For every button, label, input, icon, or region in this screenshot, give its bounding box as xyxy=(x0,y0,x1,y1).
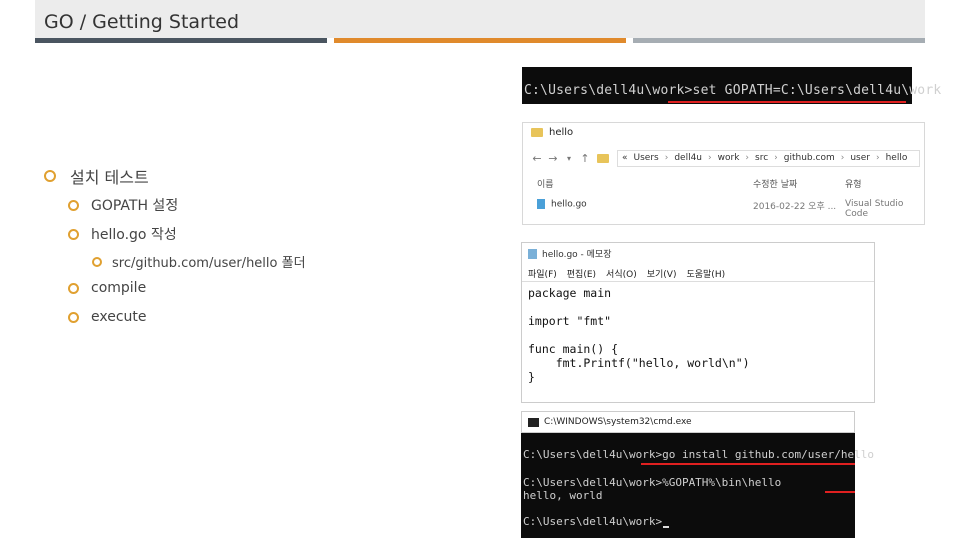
breadcrumb[interactable]: « Users › dell4u › work › src › github.c… xyxy=(617,149,920,167)
notepad-screenshot: hello.go - 메모장 파일(F) 편집(E) 서식(O) 보기(V) 도… xyxy=(521,242,875,403)
column-header-type[interactable]: 유형 xyxy=(845,177,862,190)
cmd-set-line: C:\Users\dell4u\work>set GOPATH=C:\Users… xyxy=(524,83,942,98)
notepad-editor[interactable]: package main import "fmt" func main() { … xyxy=(522,281,874,402)
explorer-screenshot: hello ← → ▾ ↑ « Users › dell4u › work › … xyxy=(522,122,925,225)
explorer-nav: ← → ▾ ↑ « Users › dell4u › work › src › … xyxy=(529,149,920,167)
bullet-text: GOPATH 설정 xyxy=(91,198,179,214)
cmd-set-gopath-screenshot: C:\Users\dell4u\work>set GOPATH=C:\Users… xyxy=(522,67,941,104)
source-code: package main import "fmt" func main() { … xyxy=(528,286,750,384)
header-stripe-orange xyxy=(334,38,626,43)
cmd-line-install: C:\Users\dell4u\work>go install github.c… xyxy=(523,448,874,461)
cmd-icon xyxy=(528,417,539,427)
breadcrumb-item[interactable]: hello xyxy=(886,153,908,163)
red-underline xyxy=(825,491,855,493)
bullet-ring-icon xyxy=(68,228,79,240)
cmd-window-screenshot: C:\WINDOWS\system32\cmd.exe C:\Users\del… xyxy=(521,411,874,538)
back-arrow-icon[interactable]: ← xyxy=(529,152,545,165)
bullet-execute: execute xyxy=(68,309,147,325)
go-file-icon xyxy=(537,199,545,209)
bullet-ring-icon xyxy=(92,256,102,267)
slide-title: GO / Getting Started xyxy=(44,11,240,33)
bullet-text: execute xyxy=(91,309,147,325)
bullet-text: 설치 테스트 xyxy=(70,168,149,187)
explorer-title: hello xyxy=(531,127,573,138)
notepad-icon xyxy=(528,248,537,259)
breadcrumb-item[interactable]: src xyxy=(755,153,768,163)
menu-format[interactable]: 서식(O) xyxy=(606,267,637,280)
cmd-window-title: C:\WINDOWS\system32\cmd.exe xyxy=(544,417,692,427)
cmd-window-titlebar: C:\WINDOWS\system32\cmd.exe xyxy=(521,411,855,433)
chevron-right-icon: › xyxy=(840,153,845,163)
file-row[interactable]: hello.go xyxy=(537,199,587,210)
chevron-right-icon: › xyxy=(708,153,712,163)
forward-arrow-icon[interactable]: → xyxy=(545,152,561,165)
breadcrumb-item[interactable]: github.com xyxy=(784,153,835,163)
breadcrumb-item[interactable]: user xyxy=(850,153,870,163)
bullet-text: compile xyxy=(91,280,147,296)
notepad-menu: 파일(F) 편집(E) 서식(O) 보기(V) 도움말(H) xyxy=(528,267,725,280)
bullet-ring-icon xyxy=(68,199,79,211)
notepad-title: hello.go - 메모장 xyxy=(528,247,611,260)
bullet-install-test: 설치 테스트 xyxy=(44,164,149,188)
header-stripe-dark xyxy=(35,38,327,43)
menu-file[interactable]: 파일(F) xyxy=(528,267,557,280)
bullet-text: hello.go 작성 xyxy=(91,227,177,243)
notepad-title-text: hello.go - 메모장 xyxy=(542,250,612,260)
breadcrumb-item[interactable]: Users xyxy=(634,153,659,163)
red-underline xyxy=(668,101,906,103)
cmd-prompt-text: C:\Users\dell4u\work> xyxy=(523,515,663,528)
file-name: hello.go xyxy=(551,199,587,210)
bullet-hello-go: hello.go 작성 xyxy=(68,224,177,244)
breadcrumb-item[interactable]: dell4u xyxy=(674,153,702,163)
bullet-text: src/github.com/user/hello 폴더 xyxy=(112,256,306,271)
file-modified: 2016-02-22 오후 ... xyxy=(753,202,837,212)
cmd-line-output: hello, world xyxy=(523,489,603,502)
chevron-right-icon: › xyxy=(664,153,669,163)
cmd-line-run: C:\Users\dell4u\work>%GOPATH%\bin\hello xyxy=(523,476,782,489)
cursor-icon xyxy=(663,526,670,528)
folder-icon xyxy=(531,128,543,137)
chevron-right-icon: › xyxy=(875,153,880,163)
explorer-title-text: hello xyxy=(549,127,574,138)
column-header-name[interactable]: 이름 xyxy=(537,177,554,190)
bullet-gopath: GOPATH 설정 xyxy=(68,195,178,215)
bullet-compile: compile xyxy=(68,280,146,296)
chevron-right-icon: › xyxy=(774,153,778,163)
bullet-ring-icon xyxy=(68,282,79,294)
breadcrumb-item[interactable]: work xyxy=(718,153,740,163)
recent-chevron-icon[interactable]: ▾ xyxy=(561,154,577,163)
column-header-modified[interactable]: 수정한 날짜 xyxy=(753,177,797,190)
bullet-folder: src/github.com/user/hello 폴더 xyxy=(92,252,306,271)
menu-view[interactable]: 보기(V) xyxy=(647,267,677,280)
menu-edit[interactable]: 편집(E) xyxy=(567,267,596,280)
breadcrumb-overflow[interactable]: « xyxy=(622,153,628,163)
red-underline xyxy=(641,463,855,465)
menu-help[interactable]: 도움말(H) xyxy=(686,267,725,280)
bullet-ring-icon xyxy=(44,170,56,182)
cmd-line-prompt: C:\Users\dell4u\work> xyxy=(523,515,670,528)
header-stripe-gray xyxy=(633,38,925,43)
folder-icon xyxy=(597,153,609,163)
file-type: Visual Studio Code xyxy=(845,199,904,219)
bullet-ring-icon xyxy=(68,311,79,323)
up-arrow-icon[interactable]: ↑ xyxy=(577,152,593,165)
chevron-right-icon: › xyxy=(745,153,750,163)
